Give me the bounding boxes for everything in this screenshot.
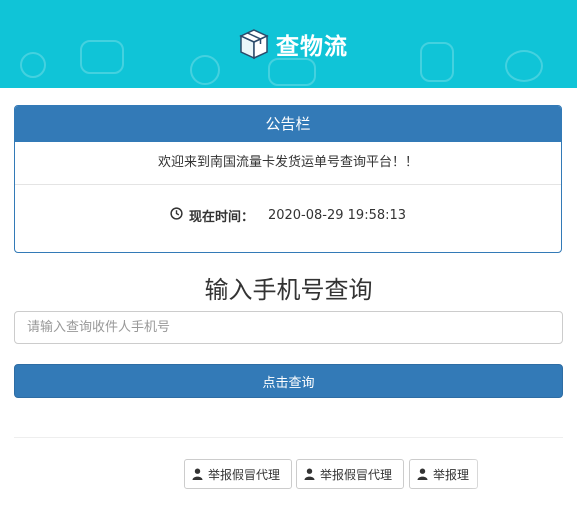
decor-shape bbox=[420, 42, 454, 82]
report-button-label: 举报理 bbox=[433, 467, 470, 482]
decor-shape bbox=[80, 40, 124, 74]
search-title: 输入手机号查询 bbox=[204, 276, 373, 304]
site-title: 查物流 bbox=[276, 34, 348, 60]
user-icon bbox=[417, 468, 428, 480]
phone-search-input[interactable] bbox=[14, 311, 563, 344]
decor-shape bbox=[20, 52, 46, 78]
report-fake-agent-button[interactable]: 举报假冒代理 bbox=[296, 459, 404, 489]
report-button-label: 举报假冒代理 bbox=[320, 467, 393, 482]
decor-shape bbox=[190, 55, 220, 85]
decor-shape bbox=[505, 50, 543, 82]
user-icon bbox=[192, 468, 203, 480]
report-button-label: 举报假冒代理 bbox=[208, 467, 281, 482]
report-fake-agent-button[interactable]: 举报假冒代理 bbox=[184, 459, 292, 489]
welcome-message: 欢迎来到南国流量卡发货运单号查询平台！！ bbox=[15, 142, 561, 185]
notice-heading: 公告栏 bbox=[15, 106, 561, 142]
notice-panel: 公告栏 欢迎来到南国流量卡发货运单号查询平台！！ 现在时间： 2020-08-2… bbox=[14, 105, 562, 253]
time-label: 现在时间： bbox=[188, 209, 254, 225]
divider bbox=[14, 437, 563, 438]
brand[interactable]: 查物流 bbox=[238, 26, 348, 62]
clock-icon bbox=[170, 206, 183, 224]
current-time-row: 现在时间： 2020-08-29 19:58:13 bbox=[15, 185, 561, 245]
user-icon bbox=[304, 468, 315, 480]
package-box-icon bbox=[238, 28, 270, 60]
time-value: 2020-08-29 19:58:13 bbox=[267, 207, 407, 223]
header-banner: 查物流 bbox=[0, 0, 577, 88]
edge-fade bbox=[468, 455, 577, 495]
query-button[interactable]: 点击查询 bbox=[14, 364, 563, 398]
decor-shape bbox=[268, 58, 316, 86]
